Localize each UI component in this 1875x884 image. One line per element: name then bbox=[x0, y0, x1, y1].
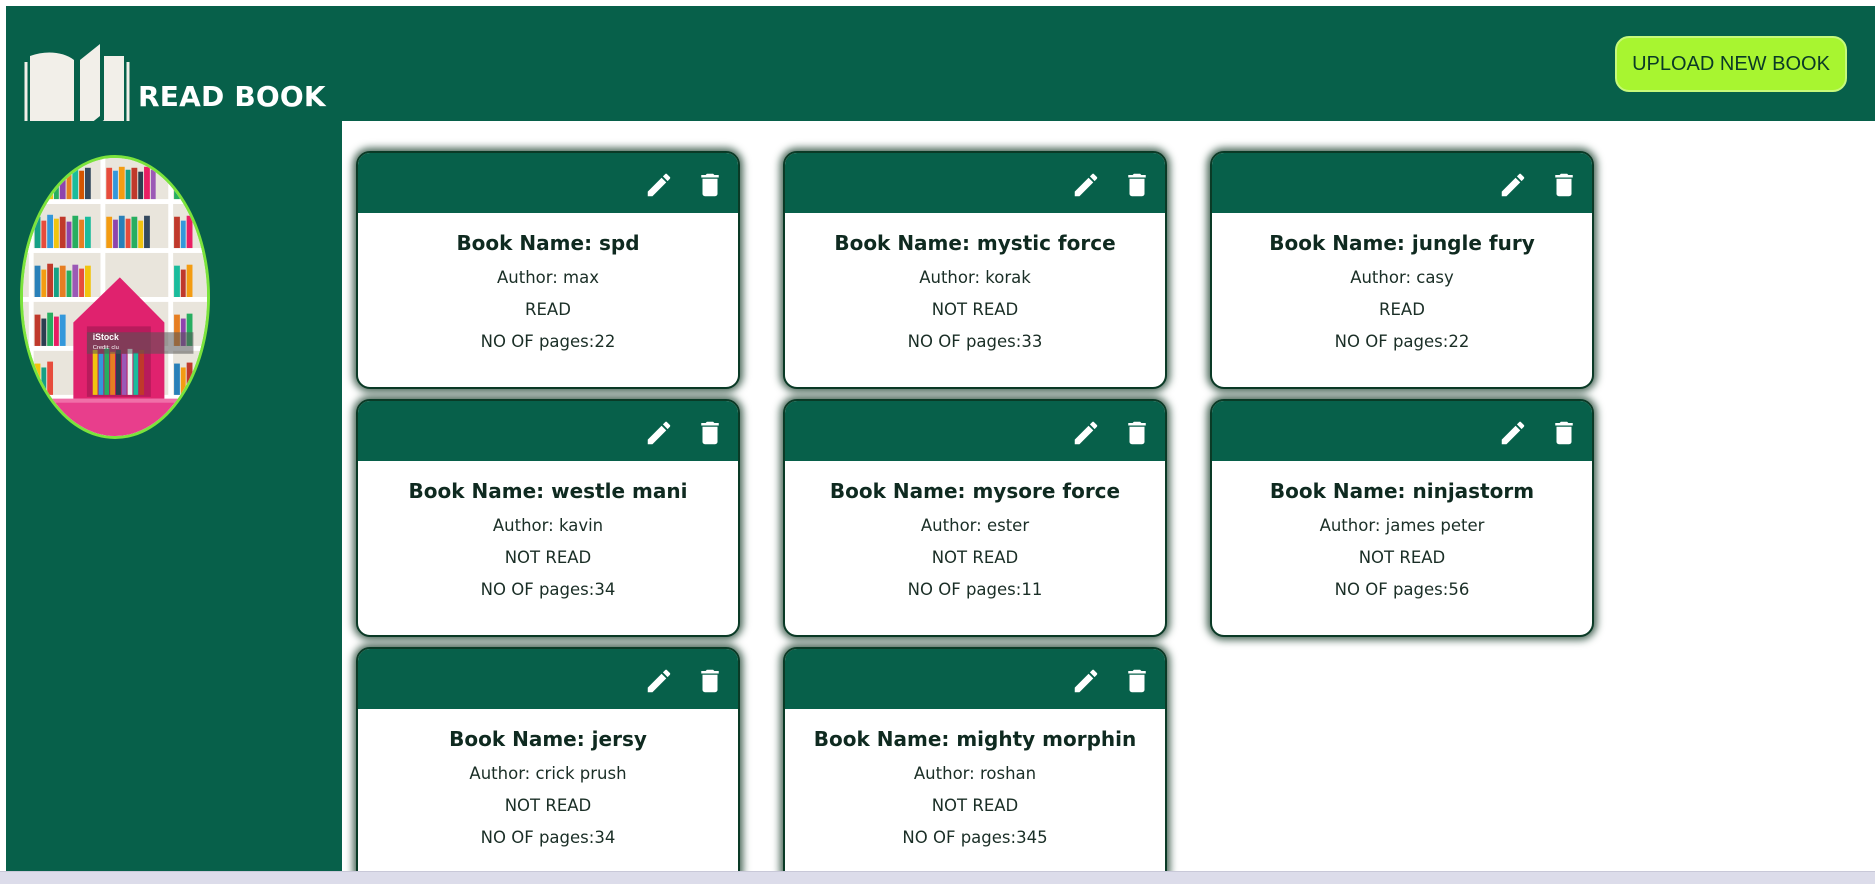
book-name: Book Name: mighty morphin bbox=[813, 727, 1137, 751]
book-card: Book Name: mysore force Author: ester NO… bbox=[783, 399, 1167, 637]
book-author: Author: crick prush bbox=[469, 764, 627, 783]
trash-icon[interactable] bbox=[1122, 418, 1152, 448]
pencil-icon[interactable] bbox=[1071, 170, 1101, 200]
pencil-icon[interactable] bbox=[1498, 170, 1528, 200]
book-status: NOT READ bbox=[504, 796, 592, 815]
book-pages: NO OF pages:34 bbox=[480, 828, 616, 847]
book-status: NOT READ bbox=[931, 796, 1019, 815]
book-author: Author: kavin bbox=[492, 516, 604, 535]
pencil-icon[interactable] bbox=[1498, 418, 1528, 448]
book-card: Book Name: westle mani Author: kavin NOT… bbox=[356, 399, 740, 637]
book-name: Book Name: jungle fury bbox=[1269, 231, 1535, 255]
pencil-icon[interactable] bbox=[1071, 418, 1101, 448]
book-author: Author: max bbox=[496, 268, 599, 287]
book-card-body: Book Name: ninjastorm Author: james pete… bbox=[1212, 479, 1592, 599]
os-taskbar bbox=[0, 871, 1875, 884]
book-name: Book Name: mysore force bbox=[829, 479, 1121, 503]
book-card: Book Name: ninjastorm Author: james pete… bbox=[1210, 399, 1594, 637]
trash-icon[interactable] bbox=[1549, 170, 1579, 200]
book-card-header bbox=[785, 401, 1165, 461]
app-title: READ BOOK bbox=[138, 79, 326, 113]
book-name: Book Name: ninjastorm bbox=[1269, 479, 1535, 503]
book-status: NOT READ bbox=[931, 548, 1019, 567]
trash-icon[interactable] bbox=[1122, 666, 1152, 696]
book-author: Author: ester bbox=[920, 516, 1030, 535]
book-card: Book Name: mystic force Author: korak NO… bbox=[783, 151, 1167, 389]
profile-avatar: iStock Credit: clu bbox=[20, 155, 210, 439]
book-card-body: Book Name: mysore force Author: ester NO… bbox=[785, 479, 1165, 599]
book-card-header bbox=[1212, 401, 1592, 461]
book-pages: NO OF pages:34 bbox=[480, 580, 616, 599]
book-card-body: Book Name: jungle fury Author: casy READ… bbox=[1212, 231, 1592, 351]
book-card: Book Name: spd Author: max READ NO OF pa… bbox=[356, 151, 740, 389]
book-card-body: Book Name: mighty morphin Author: roshan… bbox=[785, 727, 1165, 847]
trash-icon[interactable] bbox=[1549, 418, 1579, 448]
book-pages: NO OF pages:22 bbox=[480, 332, 616, 351]
book-card-header bbox=[785, 649, 1165, 709]
book-card-header bbox=[1212, 153, 1592, 213]
upload-new-book-button[interactable]: UPLOAD NEW BOOK bbox=[1615, 36, 1847, 92]
trash-icon[interactable] bbox=[695, 170, 725, 200]
book-list: Book Name: spd Author: max READ NO OF pa… bbox=[342, 121, 1875, 871]
book-status: NOT READ bbox=[504, 548, 592, 567]
book-pages: NO OF pages:345 bbox=[902, 828, 1048, 847]
avatar-watermark: iStock bbox=[93, 332, 119, 342]
book-status: READ bbox=[1379, 300, 1425, 319]
app-header: READ BOOK UPLOAD NEW BOOK bbox=[6, 6, 1875, 140]
pencil-icon[interactable] bbox=[644, 666, 674, 696]
book-name: Book Name: westle mani bbox=[408, 479, 688, 503]
book-author: Author: korak bbox=[919, 268, 1031, 287]
book-card-header bbox=[358, 401, 738, 461]
book-card: Book Name: mighty morphin Author: roshan… bbox=[783, 647, 1167, 871]
book-pages: NO OF pages:22 bbox=[1334, 332, 1470, 351]
book-card: Book Name: jersy Author: crick prush NOT… bbox=[356, 647, 740, 871]
avatar-watermark-credit: Credit: clu bbox=[93, 345, 119, 351]
trash-icon[interactable] bbox=[695, 666, 725, 696]
book-card-body: Book Name: spd Author: max READ NO OF pa… bbox=[358, 231, 738, 351]
pencil-icon[interactable] bbox=[644, 170, 674, 200]
book-name: Book Name: jersy bbox=[449, 727, 647, 751]
book-pages: NO OF pages:11 bbox=[907, 580, 1043, 599]
book-name: Book Name: mystic force bbox=[834, 231, 1116, 255]
book-status: NOT READ bbox=[1358, 548, 1446, 567]
book-pages: NO OF pages:56 bbox=[1334, 580, 1470, 599]
book-author: Author: roshan bbox=[913, 764, 1037, 783]
book-card-body: Book Name: jersy Author: crick prush NOT… bbox=[358, 727, 738, 847]
book-card-header bbox=[358, 153, 738, 213]
trash-icon[interactable] bbox=[1122, 170, 1152, 200]
book-author: Author: james peter bbox=[1319, 516, 1485, 535]
trash-icon[interactable] bbox=[695, 418, 725, 448]
book-card-header bbox=[785, 153, 1165, 213]
book-name: Book Name: spd bbox=[456, 231, 640, 255]
book-status: NOT READ bbox=[931, 300, 1019, 319]
book-pages: NO OF pages:33 bbox=[907, 332, 1043, 351]
book-card-body: Book Name: mystic force Author: korak NO… bbox=[785, 231, 1165, 351]
book-card: Book Name: jungle fury Author: casy READ… bbox=[1210, 151, 1594, 389]
book-status: READ bbox=[525, 300, 571, 319]
pencil-icon[interactable] bbox=[644, 418, 674, 448]
book-card-body: Book Name: westle mani Author: kavin NOT… bbox=[358, 479, 738, 599]
pencil-icon[interactable] bbox=[1071, 666, 1101, 696]
book-card-header bbox=[358, 649, 738, 709]
book-author: Author: casy bbox=[1350, 268, 1454, 287]
